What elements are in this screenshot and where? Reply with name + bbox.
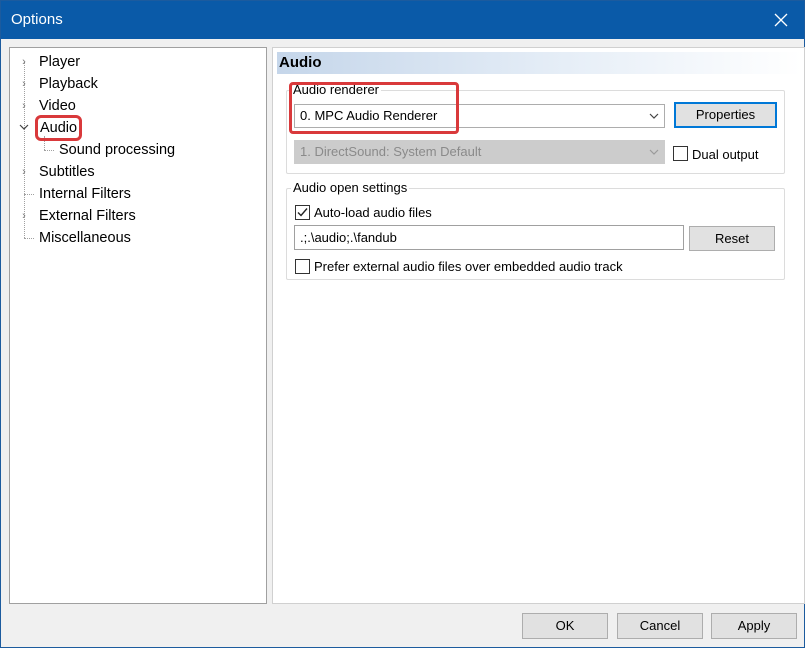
tree-item-label: Subtitles [39,164,95,180]
checkmark-icon [297,208,308,217]
secondary-renderer-select[interactable]: 1. DirectSound: System Default [294,140,665,164]
tree-item-label: External Filters [39,208,136,224]
options-window: Options › Player › Playback › Video Audi… [0,0,805,648]
autoload-audio-checkbox[interactable] [295,205,310,220]
ok-button[interactable]: OK [522,613,608,639]
tree-item-label: Playback [39,76,98,92]
tree-connector [44,136,45,150]
apply-button[interactable]: Apply [711,613,797,639]
close-icon [774,13,788,27]
tree-item-label: Sound processing [59,142,176,158]
options-tree: › Player › Playback › Video Audio Sound … [9,47,267,604]
tree-connector [44,150,54,151]
audio-renderer-group: Audio renderer 0. MPC Audio Renderer Pro… [286,83,785,174]
select-value: 0. MPC Audio Renderer [300,108,438,123]
chevron-right-icon[interactable]: › [19,206,29,226]
chevron-right-icon[interactable]: › [19,96,29,116]
chevron-right-icon[interactable]: › [19,52,29,72]
tree-item-label: Video [39,98,76,114]
properties-button[interactable]: Properties [674,102,777,128]
select-value: 1. DirectSound: System Default [300,144,482,159]
prefer-external-label: Prefer external audio files over embedde… [314,259,623,274]
close-button[interactable] [758,1,804,39]
chevron-right-icon[interactable]: › [19,162,29,182]
chevron-down-icon [648,105,660,127]
chevron-right-icon[interactable]: › [19,74,29,94]
audio-open-settings-group: Audio open settings Auto-load audio file… [286,181,785,280]
autoload-audio-label: Auto-load audio files [314,205,432,220]
prefer-external-checkbox[interactable] [295,259,310,274]
window-title: Options [11,11,63,28]
tree-item-label: Player [39,54,81,70]
tree-connector [24,238,34,239]
chevron-down-icon [648,141,660,163]
cancel-button[interactable]: Cancel [617,613,703,639]
group-title: Audio renderer [291,82,381,97]
audio-paths-input[interactable]: .;.\audio;.\fandub [294,225,684,250]
tree-item-label: Audio [34,115,83,141]
audio-renderer-select[interactable]: 0. MPC Audio Renderer [294,104,665,128]
reset-button[interactable]: Reset [689,226,775,251]
audio-settings-panel: Audio Audio renderer 0. MPC Audio Render… [272,47,805,604]
dual-output-label: Dual output [692,147,759,162]
dual-output-checkbox[interactable] [673,146,688,161]
tree-item-label: Internal Filters [39,186,131,202]
title-bar: Options [1,1,804,39]
chevron-down-icon[interactable] [19,117,29,137]
tree-item-label: Miscellaneous [39,230,131,246]
group-title: Audio open settings [291,180,410,195]
page-title: Audio [277,52,802,74]
tree-connector [24,194,34,195]
